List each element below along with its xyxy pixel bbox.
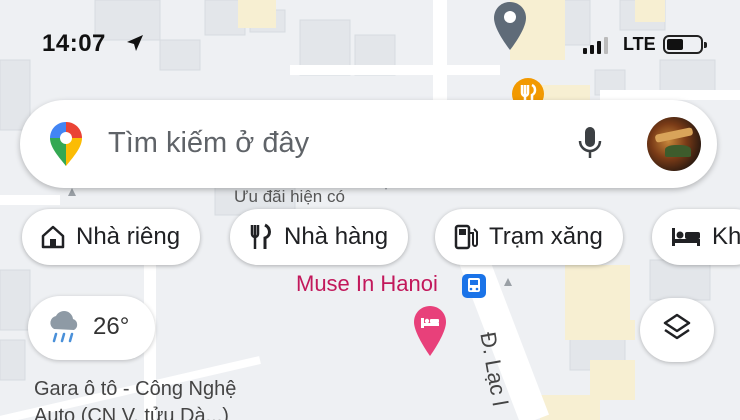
gas-station-icon [453, 223, 479, 251]
mic-icon[interactable] [576, 125, 604, 168]
avatar[interactable] [647, 117, 701, 171]
place-label-muse[interactable]: Muse In Hanoi [296, 271, 438, 297]
rain-cloud-icon [44, 309, 84, 350]
weather-temperature: 26° [93, 313, 130, 340]
home-icon [40, 224, 66, 250]
place-label-garage-line2[interactable]: Auto (CN V. tửu Dà...) [34, 405, 229, 420]
signal-icon [583, 36, 608, 54]
location-arrow-icon [126, 34, 144, 57]
weather-widget[interactable]: 26° [28, 296, 155, 360]
map-label-offer: Ưu đãi hiện có [234, 187, 345, 206]
chip-home[interactable]: Nhà riêng [22, 209, 201, 265]
maps-logo-icon [48, 120, 84, 173]
chip-restaurants[interactable]: Nhà hàng [230, 209, 409, 265]
restaurant-icon [248, 223, 274, 251]
search-input[interactable]: Tìm kiếm ở đây [108, 127, 309, 160]
chip-label: Nhà hàng [284, 223, 389, 250]
layers-button[interactable] [640, 298, 714, 362]
battery-icon [663, 35, 707, 54]
status-bar: 14:07 LTE [0, 0, 740, 90]
status-time: 14:07 [42, 30, 106, 57]
chip-label: Trạm xăng [489, 223, 603, 250]
chip-label: Nhà riêng [76, 223, 181, 250]
hotel-bed-icon [670, 226, 702, 248]
place-label-garage[interactable]: Gara ô tô - Công Nghệ [34, 378, 236, 401]
bus-stop-icon[interactable] [462, 274, 486, 298]
search-bar[interactable]: Tìm kiếm ở đây [20, 100, 717, 188]
hotel-marker-icon[interactable] [412, 304, 448, 363]
chip-label: Kh [712, 223, 740, 250]
chip-gas-station[interactable]: Trạm xăng [435, 209, 623, 265]
layers-icon [663, 313, 691, 340]
network-type: LTE [623, 34, 656, 54]
chip-hotels[interactable]: Kh [652, 209, 740, 265]
